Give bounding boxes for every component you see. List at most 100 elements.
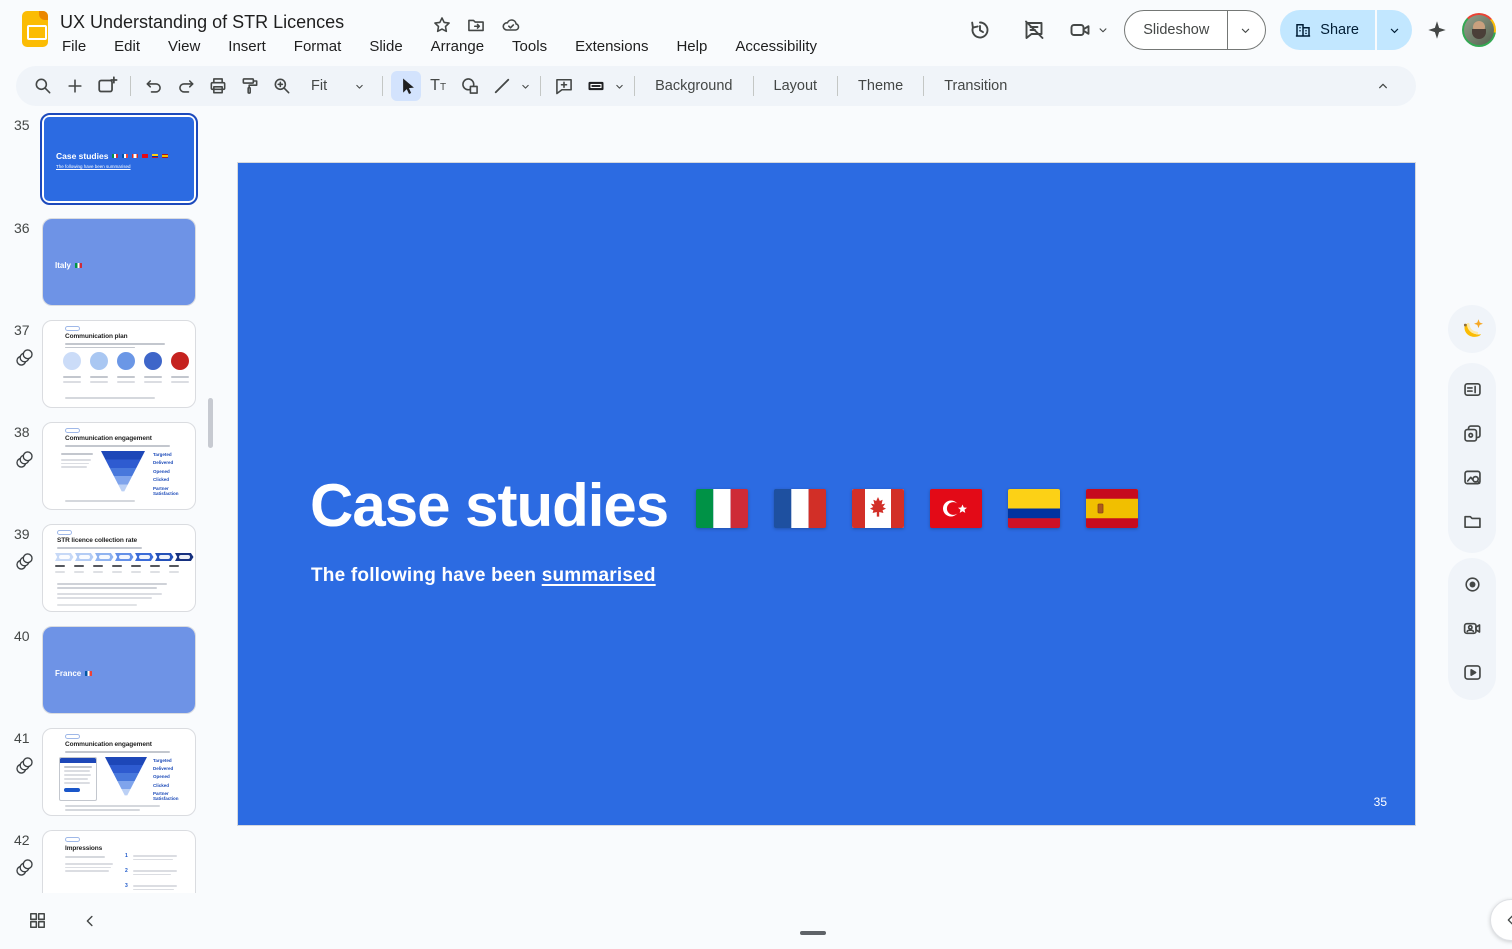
line-caret-icon[interactable] — [519, 80, 532, 93]
speaker-notes-handle[interactable] — [800, 931, 826, 935]
redo-button[interactable] — [171, 71, 201, 101]
show-side-panel-button[interactable] — [1490, 899, 1512, 941]
slideshow-caret-icon — [1227, 11, 1265, 49]
thumb-title: STR licence collection rate — [57, 537, 137, 544]
grid-view-icon[interactable] — [28, 911, 47, 930]
thumb-subtitle: The following have been summarised — [56, 164, 131, 169]
funnel-label: Clicked — [153, 477, 195, 482]
meet-camera-button[interactable] — [1068, 18, 1110, 42]
menu-view[interactable]: View — [166, 36, 202, 57]
slide-subtitle-text[interactable]: The following have been summarised — [311, 565, 656, 587]
comments-hidden-icon[interactable] — [1014, 10, 1054, 50]
thumb-title: Impressions — [65, 845, 102, 852]
zoom-caret-icon — [353, 80, 366, 93]
cloud-saved-icon[interactable] — [500, 15, 522, 35]
menu-arrange[interactable]: Arrange — [429, 36, 486, 57]
thumb-title: Italy — [55, 261, 71, 270]
placeholder-tool[interactable] — [581, 71, 611, 101]
thumbnail-slide-36[interactable]: Italy — [42, 218, 196, 306]
gemini-sparkle-icon[interactable] — [1426, 19, 1448, 41]
camera-recording-icon[interactable] — [1452, 606, 1492, 650]
menu-tools[interactable]: Tools — [510, 36, 549, 57]
funnel-label: Delivered — [153, 460, 195, 465]
slide-number: 39 — [14, 526, 38, 542]
thumbnail-slide-40[interactable]: France — [42, 626, 196, 714]
collapse-toolbar-icon[interactable] — [1368, 71, 1398, 101]
thumbnail-slide-35[interactable]: Case studies The following have been sum… — [40, 113, 198, 205]
image-stack-icon[interactable] — [1452, 411, 1492, 455]
slide-number: 37 — [14, 322, 38, 338]
version-history-icon[interactable] — [960, 10, 1000, 50]
placeholder-caret-icon[interactable] — [613, 80, 626, 93]
move-folder-icon[interactable] — [466, 15, 486, 35]
funnel-label: Clicked — [153, 783, 195, 788]
flag-france-icon — [774, 489, 826, 528]
thumbnail-slide-38[interactable]: Communication engagement Targeted Delive… — [42, 422, 196, 510]
new-slide-button[interactable] — [60, 71, 90, 101]
ai-image-banana-button[interactable] — [1448, 305, 1496, 353]
collapse-filmstrip-icon[interactable] — [81, 912, 99, 930]
shape-tool[interactable] — [455, 71, 485, 101]
thumbnail-slide-39[interactable]: STR licence collection rate — [42, 524, 196, 612]
linked-slide-icon — [15, 756, 34, 775]
paint-format-icon[interactable] — [235, 71, 265, 101]
background-button[interactable]: Background — [643, 78, 744, 94]
new-slide-layout-button[interactable] — [92, 71, 122, 101]
star-icon[interactable] — [432, 15, 452, 35]
linked-slide-icon — [15, 552, 34, 571]
slideshow-button[interactable]: Slideshow — [1124, 10, 1266, 50]
thumbnail-slide-42[interactable]: Impressions 1 2 3 — [42, 830, 196, 893]
avatar[interactable] — [1462, 13, 1496, 47]
folder-icon[interactable] — [1452, 499, 1492, 543]
print-button[interactable] — [203, 71, 233, 101]
transition-button[interactable]: Transition — [932, 78, 1019, 94]
menu-bar: File Edit View Insert Format Slide Arran… — [60, 36, 819, 57]
undo-button[interactable] — [139, 71, 169, 101]
menu-edit[interactable]: Edit — [112, 36, 142, 57]
share-caret-icon — [1377, 10, 1412, 50]
flag-spain-icon — [1086, 489, 1138, 528]
theme-button[interactable]: Theme — [846, 78, 915, 94]
zoom-select[interactable]: Fit — [299, 78, 374, 94]
text-box-tool[interactable]: TT — [423, 71, 453, 101]
menu-accessibility[interactable]: Accessibility — [733, 36, 819, 57]
zoom-icon[interactable] — [267, 71, 297, 101]
thumbnail-slide-41[interactable]: Communication engagement Targeted Delive… — [42, 728, 196, 816]
image-search-icon[interactable] — [1452, 455, 1492, 499]
play-presentation-icon[interactable] — [1452, 650, 1492, 694]
document-title[interactable]: UX Understanding of STR Licences — [60, 12, 344, 33]
thumb-title: Communication engagement — [65, 435, 152, 442]
slides-logo[interactable] — [22, 11, 48, 47]
linked-slide-icon — [15, 348, 34, 367]
menu-insert[interactable]: Insert — [226, 36, 268, 57]
filmstrip-scrollbar[interactable] — [208, 398, 213, 448]
slide-number: 38 — [14, 424, 38, 440]
thumb-title: Communication plan — [65, 333, 127, 340]
layout-button[interactable]: Layout — [762, 78, 830, 94]
funnel-label: Opened — [153, 469, 195, 474]
thumbnail-slide-37[interactable]: Communication plan — [42, 320, 196, 408]
slide-flags-row[interactable] — [696, 489, 1138, 528]
slide-number: 35 — [14, 117, 38, 133]
right-rail-recording — [1448, 558, 1496, 700]
slide-number: 36 — [14, 220, 38, 236]
funnel-label: Partner Satisfaction — [153, 791, 195, 801]
flag-turkey-icon — [930, 489, 982, 528]
thumb-title: Communication engagement — [65, 741, 152, 748]
record-icon[interactable] — [1452, 562, 1492, 606]
flag-italy-icon — [696, 489, 748, 528]
slide-canvas[interactable]: Case studies The following have been sum… — [237, 162, 1416, 826]
slide-title-text[interactable]: Case studies — [310, 471, 668, 540]
share-button[interactable]: Share — [1280, 10, 1412, 50]
menu-format[interactable]: Format — [292, 36, 344, 57]
select-tool[interactable] — [391, 71, 421, 101]
menu-extensions[interactable]: Extensions — [573, 36, 650, 57]
menu-file[interactable]: File — [60, 36, 88, 57]
search-menus-icon[interactable] — [28, 71, 58, 101]
right-rail-panels — [1448, 363, 1496, 553]
menu-help[interactable]: Help — [674, 36, 709, 57]
line-tool[interactable] — [487, 71, 517, 101]
insert-comment-tool[interactable] — [549, 71, 579, 101]
menu-slide[interactable]: Slide — [367, 36, 404, 57]
side-panel-icon[interactable] — [1452, 367, 1492, 411]
